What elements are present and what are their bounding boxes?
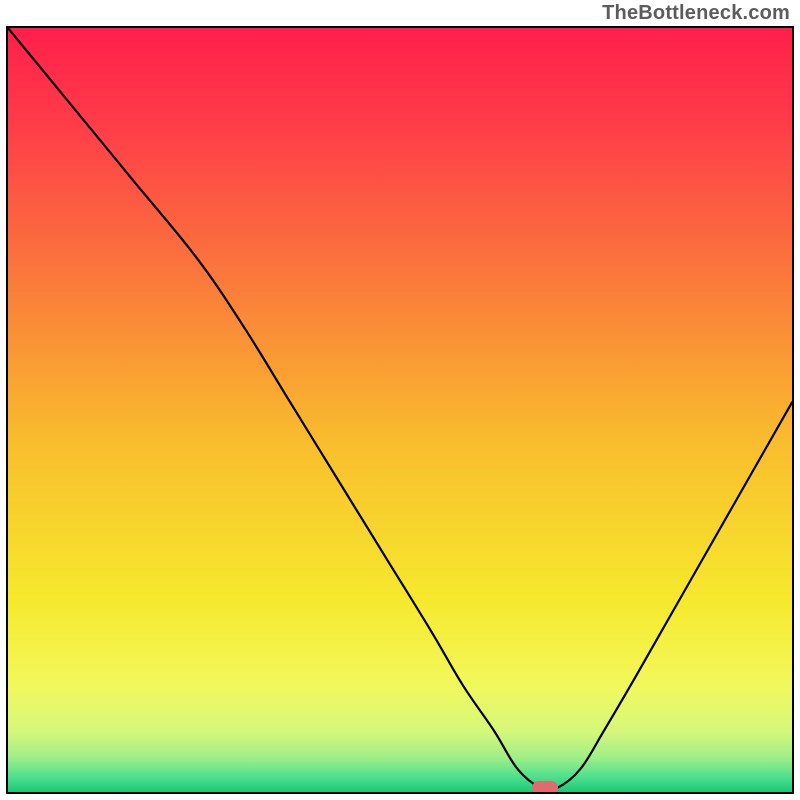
watermark-text: TheBottleneck.com xyxy=(602,2,790,25)
sweet-spot-marker xyxy=(532,781,558,794)
bottleneck-curve xyxy=(8,28,792,792)
chart-frame xyxy=(6,26,794,794)
